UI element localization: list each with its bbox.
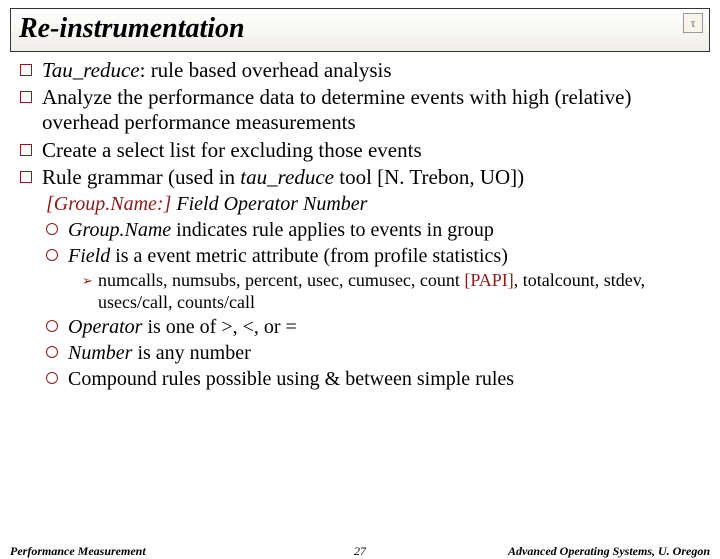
bullet-1-text: : rule based overhead analysis [140,58,392,82]
circle-bullet-icon [46,320,58,332]
bullet-1-term: Tau_reduce [42,58,140,82]
sub-2-term: Field [68,245,110,267]
grammar-group: [Group.Name:] [46,193,176,215]
bullet-3-text: Create a select list for excluding those… [42,138,422,162]
circle-bullet-icon [46,346,58,358]
grammar-rest: Field Operator Number [176,193,367,215]
slide-content: Tau_reduce: rule based overhead analysis… [0,58,720,391]
metric-a: numcalls, numsubs, percent, usec, cumuse… [98,270,464,290]
sub-1: Group.Name indicates rule applies to eve… [46,218,704,242]
bullet-4-post: tool [N. Trebon, UO]) [334,165,524,189]
circle-bullet-icon [46,249,58,261]
tau-icon: τ [683,13,703,33]
metric-line: ➢ numcalls, numsubs, percent, usec, cumu… [82,270,704,313]
sub-1-term: Group.Name [68,219,171,241]
metric-papi: [PAPI] [464,270,513,290]
square-bullet-icon [20,91,32,103]
square-bullet-icon [20,171,32,183]
sub-4: Number is any number [46,341,704,365]
bullet-4-pre: Rule grammar (used in [42,165,240,189]
sub-3: Operator is one of >, <, or = [46,315,704,339]
sub-4-term: Number [68,342,132,364]
bullet-3: Create a select list for excluding those… [16,138,704,163]
slide-title: Re-instrumentation [19,13,245,44]
bullet-4: Rule grammar (used in tau_reduce tool [N… [16,165,704,190]
rule-grammar-line: [Group.Name:] Field Operator Number [16,192,704,216]
bullet-2: Analyze the performance data to determin… [16,85,704,135]
sub-5: Compound rules possible using & between … [46,367,704,391]
sub-3-term: Operator [68,316,142,338]
sub-4-text: is any number [132,342,250,364]
circle-bullet-icon [46,372,58,384]
arrow-bullet-icon: ➢ [82,273,93,289]
bullet-4-term: tau_reduce [240,165,334,189]
sub-3-text: is one of >, <, or = [142,316,296,338]
circle-bullet-icon [46,223,58,235]
sub-1-text: indicates rule applies to events in grou… [171,219,494,241]
square-bullet-icon [20,64,32,76]
footer-right: Advanced Operating Systems, U. Oregon [508,544,710,559]
title-bar: Re-instrumentation τ [10,8,710,52]
bullet-1: Tau_reduce: rule based overhead analysis [16,58,704,83]
bullet-2-text: Analyze the performance data to determin… [42,85,632,134]
sub-2-text: is a event metric attribute (from profil… [110,245,508,267]
sub-5-text: Compound rules possible using & between … [68,368,514,390]
square-bullet-icon [20,144,32,156]
sub-2: Field is a event metric attribute (from … [46,244,704,268]
